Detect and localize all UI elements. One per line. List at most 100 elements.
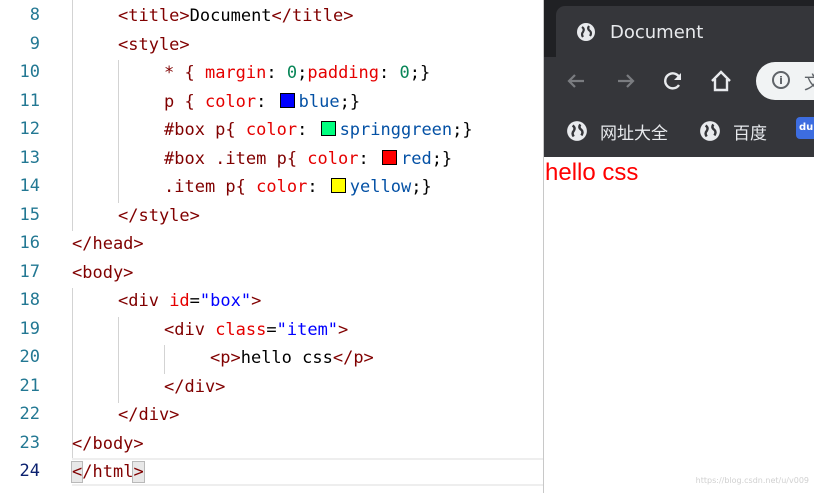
line-number: 22 <box>19 404 40 424</box>
code-token: <body> <box>72 263 134 283</box>
code-token: : <box>297 120 318 140</box>
bracket-match-highlight: < <box>70 461 84 483</box>
code-line[interactable]: * { margin: 0;padding: 0;} <box>164 59 430 87</box>
code-token: hello css <box>240 348 333 368</box>
line-number: 10 <box>19 62 40 82</box>
browser-window: Document i 文 网址大全 百度 du hello cs <box>543 0 814 493</box>
code-token: > <box>338 320 349 340</box>
code-token: : <box>266 63 287 83</box>
color-swatch-red[interactable] <box>381 150 397 165</box>
color-swatch-yellow[interactable] <box>330 178 346 193</box>
bookmarks-bar: 网址大全 百度 <box>544 105 814 157</box>
indent-guide <box>118 317 119 403</box>
arrow-left-icon <box>567 74 584 88</box>
code-token: </div> <box>164 377 226 397</box>
code-line[interactable]: </div> <box>118 401 179 429</box>
reload-icon <box>664 72 682 90</box>
forward-button[interactable] <box>612 67 640 95</box>
code-token: springgreen <box>339 120 453 140</box>
code-token: <p> <box>210 348 241 368</box>
baidu-icon[interactable]: du <box>796 117 814 139</box>
back-button[interactable] <box>562 67 590 95</box>
code-editor[interactable]: 8 9 10 11 12 13 14 15 16 17 18 19 20 21 … <box>0 0 543 493</box>
code-token: ;} <box>411 177 432 197</box>
page-content: hello css https://blog.csdn.net/u/v009 <box>544 157 814 493</box>
line-number: 18 <box>19 290 40 310</box>
code-token: class <box>215 320 267 340</box>
code-token: padding <box>307 63 380 83</box>
code-token: ;} <box>431 149 453 169</box>
code-line-active[interactable]: </html> <box>70 458 145 486</box>
code-token: * { <box>164 63 205 83</box>
code-line[interactable]: </style> <box>118 202 200 230</box>
code-token: = <box>189 291 200 311</box>
code-token: </body> <box>72 434 144 454</box>
home-icon <box>711 70 731 92</box>
browser-toolbar: i 文 <box>544 57 814 105</box>
info-icon[interactable]: i <box>772 71 790 89</box>
code-token: </title> <box>271 6 354 26</box>
watermark: https://blog.csdn.net/u/v009 <box>695 476 809 485</box>
line-number: 8 <box>29 5 40 25</box>
code-line[interactable]: </head> <box>72 230 144 258</box>
code-line[interactable]: p { color: blue;} <box>164 88 360 116</box>
code-token: "item" <box>276 320 339 340</box>
globe-icon <box>567 121 587 141</box>
code-token: #box .item p{ <box>164 149 308 169</box>
code-token: ;} <box>452 120 473 140</box>
code-token: </p> <box>332 348 374 368</box>
code-token: > <box>251 291 262 311</box>
code-token: : <box>307 177 328 197</box>
code-token: </head> <box>72 234 144 254</box>
indent-guide <box>72 0 73 231</box>
code-token: <div <box>164 320 216 340</box>
bookmark-label: 百度 <box>733 124 767 144</box>
arrow-right-icon <box>618 74 635 88</box>
code-line[interactable]: .item p{ color: yellow;} <box>164 173 432 201</box>
code-token: color <box>204 92 257 112</box>
reload-button[interactable] <box>659 67 687 95</box>
globe-icon <box>576 22 596 46</box>
code-token: ; <box>297 63 308 83</box>
address-bar[interactable]: i 文 <box>756 62 814 100</box>
code-line[interactable]: #box .item p{ color: red;} <box>164 145 452 173</box>
hello-paragraph: hello css <box>545 159 639 186</box>
code-token: <div <box>118 291 170 311</box>
code-line[interactable]: </div> <box>164 373 225 401</box>
code-line[interactable]: <div id="box"> <box>118 287 261 315</box>
bookmark-label: 网址大全 <box>600 124 668 144</box>
line-number: 11 <box>19 91 40 111</box>
line-number: 14 <box>19 176 40 196</box>
code-token: : <box>358 149 379 169</box>
browser-tab[interactable]: Document <box>556 6 814 57</box>
code-line[interactable]: <p>hello css</p> <box>210 344 374 372</box>
bracket-match-highlight: > <box>132 461 145 483</box>
code-line[interactable]: <style> <box>118 31 190 59</box>
indent-guide <box>118 60 119 203</box>
home-button[interactable] <box>707 67 735 95</box>
code-token: <style> <box>118 35 190 55</box>
code-token: = <box>266 320 277 340</box>
code-token: #box p{ <box>164 120 246 140</box>
code-line[interactable]: <title>Document</title> <box>118 2 353 30</box>
code-line[interactable]: <div class="item"> <box>164 316 348 344</box>
color-swatch-springgreen[interactable] <box>320 121 336 136</box>
line-number: 16 <box>19 233 40 253</box>
code-token: blue <box>298 92 340 112</box>
bookmark-item[interactable]: 网址大全 <box>566 119 686 144</box>
line-number: 21 <box>19 376 40 396</box>
browser-titlebar: Document <box>544 0 814 57</box>
bookmark-item[interactable]: 百度 <box>699 119 789 144</box>
code-token: margin <box>204 63 267 83</box>
code-token: </style> <box>118 206 200 226</box>
code-line[interactable]: #box p{ color: springgreen;} <box>164 116 473 144</box>
code-token: id <box>169 291 190 311</box>
code-token: yellow <box>349 177 412 197</box>
code-token: </div> <box>118 405 180 425</box>
code-token: "box" <box>199 291 252 311</box>
color-swatch-blue[interactable] <box>279 93 295 108</box>
code-line[interactable]: </body> <box>72 430 144 458</box>
code-token: ;} <box>339 92 361 112</box>
code-line[interactable]: <body> <box>72 259 133 287</box>
indent-guide <box>164 345 165 374</box>
